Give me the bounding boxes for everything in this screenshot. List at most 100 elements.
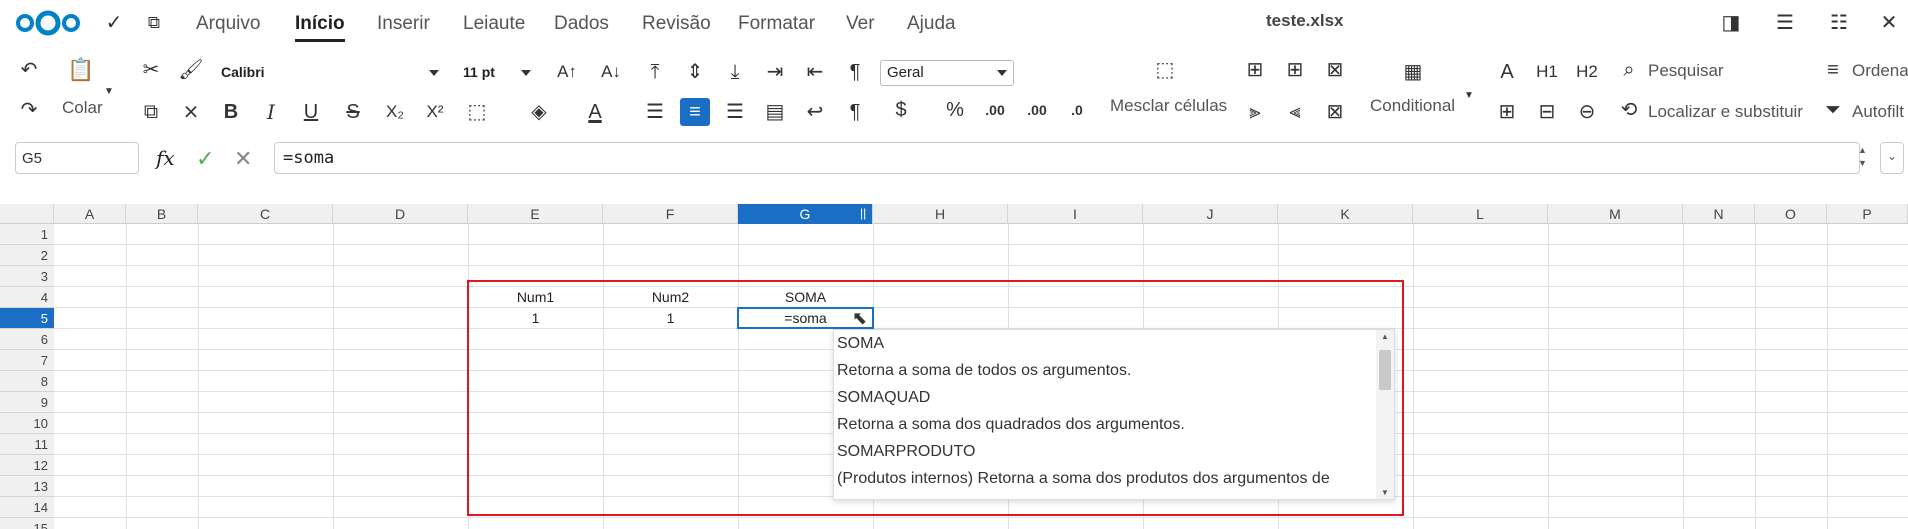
row-header-8[interactable]: 8 xyxy=(0,371,54,392)
autocomplete-desc-somarproduto[interactable]: (Produtos internos) Retorna a soma dos p… xyxy=(837,465,1330,492)
col-header-l[interactable]: L xyxy=(1413,204,1548,224)
menu-leiaute[interactable]: Leiaute xyxy=(463,13,525,35)
indent-decrease-icon[interactable]: ⇤ xyxy=(800,58,830,86)
insert-row-below-icon[interactable]: ⫷ xyxy=(1280,98,1310,126)
align-top-icon[interactable]: ⤒ xyxy=(640,58,670,86)
superscript-icon[interactable]: X² xyxy=(420,98,450,126)
menu-inicio[interactable]: Início xyxy=(295,13,345,42)
row-header-7[interactable]: 7 xyxy=(0,350,54,371)
user-list-icon[interactable]: ☷ xyxy=(1826,11,1852,35)
background-color-icon[interactable]: ◈ xyxy=(524,98,554,126)
undo-icon[interactable]: ↶ xyxy=(14,56,44,84)
conditional-dropdown-icon[interactable]: ▼ xyxy=(1462,82,1476,110)
number-format-select[interactable]: Geral xyxy=(880,60,1014,86)
italic-icon[interactable]: I xyxy=(256,98,286,126)
row-header-12[interactable]: 12 xyxy=(0,455,54,476)
row-header-10[interactable]: 10 xyxy=(0,413,54,434)
text-direction-icon[interactable]: ¶ xyxy=(840,98,870,126)
sort-icon[interactable]: ≡ xyxy=(1818,56,1848,84)
remove-icon[interactable]: ⊖ xyxy=(1572,98,1602,126)
row-header-11[interactable]: 11 xyxy=(0,434,54,455)
merge-cells-button[interactable]: Mesclar células xyxy=(1110,96,1227,116)
wrap-text-icon[interactable]: ↩ xyxy=(800,98,830,126)
align-middle-icon[interactable]: ⇕ xyxy=(680,58,710,86)
decimal-remove-icon[interactable]: .0 xyxy=(1062,96,1092,124)
close-icon[interactable]: ✕ xyxy=(1876,11,1902,35)
shrink-font-icon[interactable]: A↓ xyxy=(596,58,626,86)
accept-icon[interactable]: ✓ xyxy=(196,146,214,172)
cell-g4[interactable]: SOMA xyxy=(738,287,873,308)
col-header-b[interactable]: B xyxy=(126,204,198,224)
font-color-icon[interactable]: A xyxy=(580,98,610,126)
col-header-p[interactable]: P xyxy=(1827,204,1908,224)
col-header-m[interactable]: M xyxy=(1548,204,1683,224)
scrollbar-thumb[interactable] xyxy=(1379,350,1391,390)
currency-icon[interactable]: $ xyxy=(886,96,916,124)
clipboard-icon[interactable]: 📋 xyxy=(66,56,96,84)
insert-row-above-icon[interactable]: ⊞ xyxy=(1240,56,1270,84)
align-right-icon[interactable]: ☰ xyxy=(720,98,750,126)
list-icon[interactable]: ☰ xyxy=(1772,11,1798,35)
cancel-icon[interactable]: ✕ xyxy=(234,146,252,172)
underline-icon[interactable]: U xyxy=(296,98,326,126)
autocomplete-item-soma[interactable]: SOMA xyxy=(837,330,884,357)
col-header-i[interactable]: I xyxy=(1008,204,1143,224)
col-header-g[interactable]: G xyxy=(738,204,873,224)
align-left-icon[interactable]: ☰ xyxy=(640,98,670,126)
autocomplete-desc-soma[interactable]: Retorna a soma de todos os argumentos. xyxy=(837,357,1131,384)
col-header-o[interactable]: O xyxy=(1755,204,1827,224)
function-autocomplete[interactable]: SOMA Retorna a soma de todos os argument… xyxy=(833,329,1395,500)
sort-button[interactable]: Ordena xyxy=(1852,61,1908,81)
nextcloud-logo-icon[interactable] xyxy=(14,9,82,37)
menu-inserir[interactable]: Inserir xyxy=(377,13,430,35)
cell-e4[interactable]: Num1 xyxy=(468,287,603,308)
font-size-select[interactable]: 11 pt xyxy=(456,60,538,86)
font-name-select[interactable]: Calibri xyxy=(214,60,446,86)
strikethrough-icon[interactable]: S xyxy=(338,98,368,126)
heading-a-button[interactable]: A xyxy=(1492,58,1522,86)
search-icon[interactable]: ⌕ xyxy=(1614,56,1644,84)
search-button[interactable]: Pesquisar xyxy=(1648,61,1724,81)
row-header-2[interactable]: 2 xyxy=(0,245,54,266)
paragraph-icon[interactable]: ¶ xyxy=(840,58,870,86)
row-header-3[interactable]: 3 xyxy=(0,266,54,287)
paste-button[interactable]: Colar xyxy=(62,98,103,118)
col-header-d[interactable]: D xyxy=(333,204,468,224)
menu-formatar[interactable]: Formatar xyxy=(738,13,815,35)
col-header-j[interactable]: J xyxy=(1143,204,1278,224)
scroll-up-icon[interactable]: ▲ xyxy=(1381,332,1389,341)
subscript-icon[interactable]: X₂ xyxy=(380,98,410,126)
formula-scroll-icon[interactable]: ▲ ▼ xyxy=(1858,144,1867,170)
insert-icon[interactable]: ⊟ xyxy=(1532,98,1562,126)
cut-icon[interactable]: ✂ xyxy=(136,56,166,84)
autofilter-button[interactable]: Autofilt xyxy=(1852,102,1904,122)
menu-arquivo[interactable]: Arquivo xyxy=(196,13,260,35)
menu-ajuda[interactable]: Ajuda xyxy=(907,13,956,35)
grow-font-icon[interactable]: A↑ xyxy=(552,58,582,86)
sidebar-toggle-icon[interactable]: ◨ xyxy=(1718,11,1744,35)
copy-icon[interactable]: ⧉ xyxy=(136,98,166,126)
menu-ver[interactable]: Ver xyxy=(846,13,875,35)
delete-row-icon[interactable]: ⊠ xyxy=(1320,56,1350,84)
delete-column-icon[interactable]: ⊠ xyxy=(1320,98,1350,126)
checkmark-icon[interactable]: ✓ xyxy=(102,12,126,34)
find-replace-button[interactable]: Localizar e substituir xyxy=(1648,102,1803,122)
decimal-add-icon[interactable]: .00 xyxy=(1022,96,1052,124)
add-icon[interactable]: ⊞ xyxy=(1492,98,1522,126)
conditional-format-icon[interactable]: ▦ xyxy=(1398,58,1428,86)
align-bottom-icon[interactable]: ⤓ xyxy=(720,58,750,86)
indent-increase-icon[interactable]: ⇥ xyxy=(760,58,790,86)
col-header-e[interactable]: E xyxy=(468,204,603,224)
menu-dados[interactable]: Dados xyxy=(554,13,609,35)
col-header-c[interactable]: C xyxy=(198,204,333,224)
row-header-5[interactable]: 5 xyxy=(0,308,54,329)
merge-cells-icon[interactable]: ⬚ xyxy=(1150,56,1180,84)
row-header-13[interactable]: 13 xyxy=(0,476,54,497)
heading-h2-button[interactable]: H2 xyxy=(1572,58,1602,86)
menu-revisao[interactable]: Revisão xyxy=(642,13,711,35)
heading-h1-button[interactable]: H1 xyxy=(1532,58,1562,86)
formula-input[interactable]: =soma xyxy=(274,142,1860,174)
function-wizard-icon[interactable]: fx xyxy=(156,146,175,170)
corner-cell[interactable] xyxy=(0,204,54,224)
row-header-15[interactable]: 15 xyxy=(0,518,54,529)
